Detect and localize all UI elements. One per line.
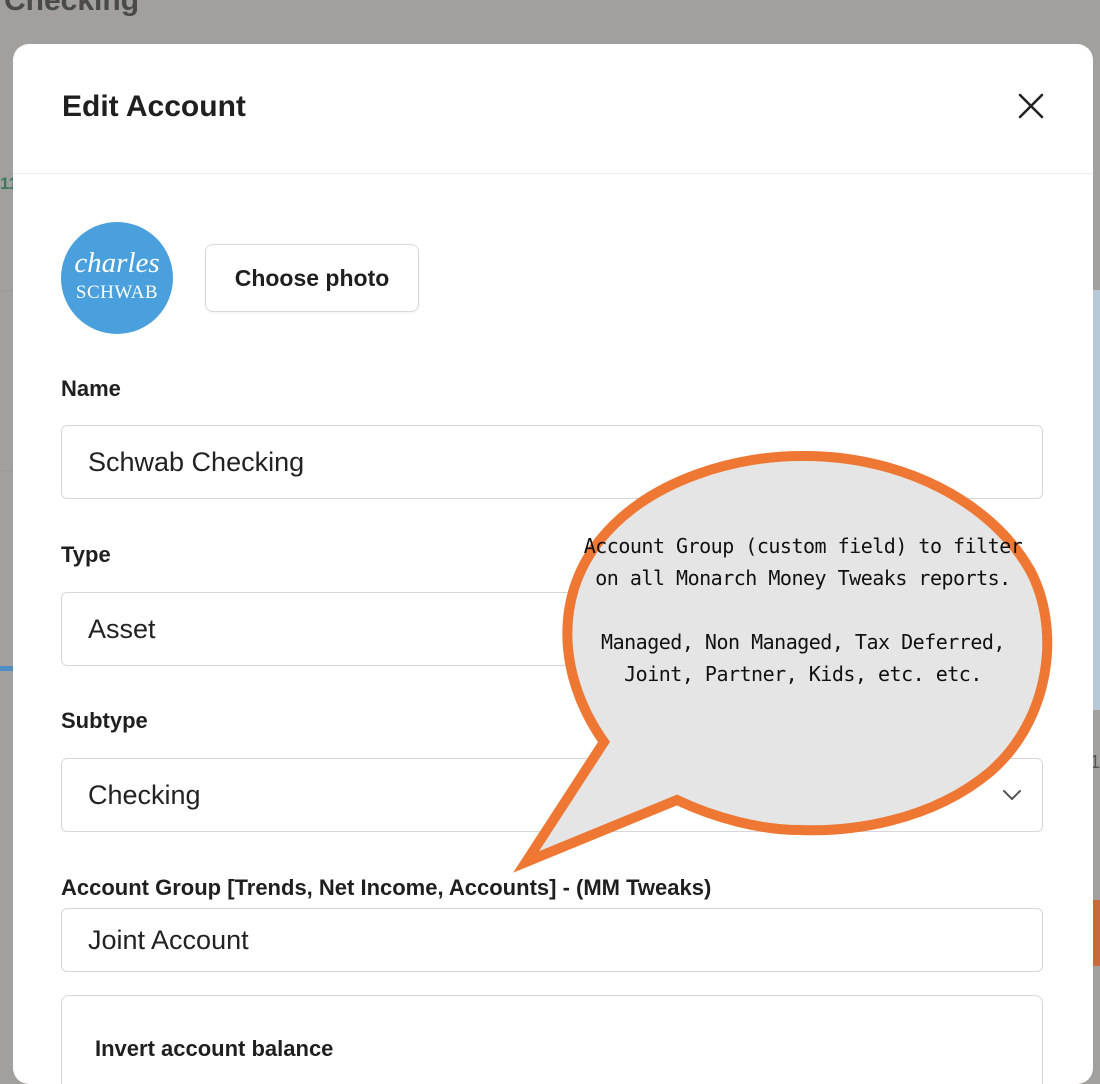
type-label: Type — [61, 542, 111, 567]
subtype-value: Checking — [88, 779, 201, 810]
choose-photo-button[interactable]: Choose photo — [205, 244, 419, 312]
callout-text: Account Group (custom field) to filter o… — [580, 530, 1026, 690]
type-value: Asset — [88, 613, 156, 644]
name-input[interactable]: Schwab Checking — [61, 425, 1043, 499]
logo-text-top: charles — [74, 247, 160, 279]
background-chart-line — [0, 666, 14, 671]
callout-line-1: Account Group (custom field) to filter o… — [583, 534, 1023, 590]
close-icon[interactable] — [1017, 92, 1045, 120]
name-label: Name — [61, 376, 121, 401]
background-divider — [0, 290, 13, 291]
account-group-label: Account Group [Trends, Net Income, Accou… — [61, 875, 712, 900]
subtype-select[interactable]: Checking — [61, 758, 1043, 832]
invert-balance-title: Invert account balance — [95, 1036, 334, 1061]
invert-balance-card: Invert account balance — [61, 995, 1043, 1084]
logo-text-bottom: SCHWAB — [75, 282, 159, 303]
chevron-down-icon — [1003, 790, 1021, 800]
subtype-label: Subtype — [61, 708, 148, 733]
account-group-value: Joint Account — [88, 924, 249, 955]
account-logo: charles SCHWAB — [61, 222, 173, 334]
callout-line-2: Managed, Non Managed, Tax Deferred, Join… — [601, 630, 1005, 686]
background-button — [1092, 900, 1100, 966]
background-page-title: Checking — [4, 0, 140, 17]
modal-title: Edit Account — [62, 90, 246, 123]
modal-header: Edit Account — [13, 44, 1093, 174]
background-divider — [0, 470, 13, 471]
background-chart-area — [1092, 290, 1100, 710]
account-group-input[interactable]: Joint Account — [61, 908, 1043, 972]
name-value: Schwab Checking — [88, 446, 305, 477]
